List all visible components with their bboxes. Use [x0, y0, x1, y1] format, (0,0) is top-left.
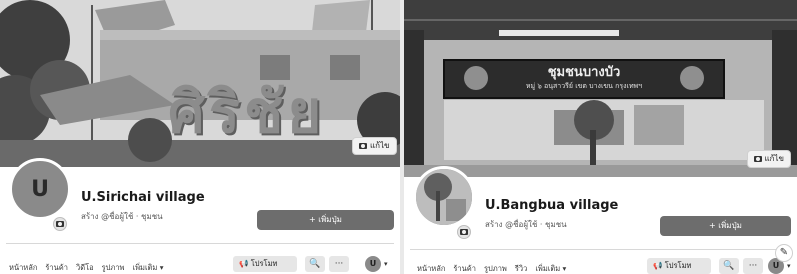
tab-photos[interactable]: รูปภาพ: [102, 262, 125, 274]
tab-more[interactable]: เพิ่มเติม ▾: [133, 262, 164, 274]
page-tabs: หน้าหลัก ร้านค้า วิดีโอ รูปภาพ เพิ่มเติม…: [9, 262, 163, 274]
promote-button[interactable]: 📢 โปรโมท: [647, 258, 711, 274]
tab-photos[interactable]: รูปภาพ: [484, 263, 507, 274]
cover-sign-text: ศิริชัย: [168, 78, 326, 146]
chevron-down-icon[interactable]: ▾: [787, 262, 791, 270]
add-button[interactable]: + เพิ่มปุ่ม: [257, 210, 394, 230]
tab-shop[interactable]: ร้านค้า: [45, 262, 68, 274]
camera-icon: [56, 221, 64, 227]
cover-photo[interactable]: ศิริชัย: [0, 0, 400, 167]
divider: [6, 243, 394, 244]
search-button[interactable]: 🔍: [305, 256, 325, 272]
tab-home[interactable]: หน้าหลัก: [9, 262, 37, 274]
tab-more[interactable]: เพิ่มเติม ▾: [535, 263, 566, 274]
more-options-button[interactable]: ···: [743, 258, 763, 274]
avatar-camera-button[interactable]: [457, 225, 471, 239]
avatar-letter: U: [31, 176, 49, 202]
page-tabs: หน้าหลัก ร้านค้า รูปภาพ รีวิว เพิ่มเติม …: [417, 263, 566, 274]
page-title: U.Sirichai village: [81, 190, 205, 205]
page-switcher-avatar[interactable]: U: [365, 256, 381, 272]
edit-cover-label: แก้ไข: [764, 154, 785, 163]
edit-cover-button[interactable]: แก้ไข: [746, 150, 791, 168]
more-options-button[interactable]: ···: [329, 256, 349, 272]
page-title: U.Bangbua village: [485, 198, 619, 213]
tab-shop[interactable]: ร้านค้า: [453, 263, 476, 274]
sign-title: ชุมชนบางบัว: [547, 65, 621, 80]
camera-icon: [753, 156, 762, 162]
profile-avatar[interactable]: U: [9, 158, 71, 220]
promote-button[interactable]: 📢 โปรโมท: [233, 256, 297, 272]
compose-icon[interactable]: ✎: [775, 244, 793, 262]
search-button[interactable]: 🔍: [719, 258, 739, 274]
page-subtitle: สร้าง @ชื่อผู้ใช้ · ชุมชน: [485, 220, 567, 229]
page-panel-bangbua: ชุมชนบางบัว หมู่ ๖ อนุสาวรีย์ เขต บางเขน…: [404, 0, 797, 274]
chevron-down-icon[interactable]: ▾: [384, 260, 388, 268]
tab-videos[interactable]: วิดีโอ: [76, 262, 94, 274]
camera-icon: [460, 229, 468, 235]
edit-cover-button[interactable]: แก้ไข: [352, 137, 397, 155]
camera-icon: [359, 143, 367, 149]
avatar-photo: [416, 169, 472, 225]
divider: [410, 249, 791, 250]
sign-subtitle: หมู่ ๖ อนุสาวรีย์ เขต บางเขน กรุงเทพฯ: [525, 82, 643, 90]
avatar-camera-button[interactable]: [53, 217, 67, 231]
edit-cover-label: แก้ไข: [370, 141, 390, 150]
page-subtitle: สร้าง @ชื่อผู้ใช้ · ชุมชน: [81, 212, 163, 221]
page-panel-sirichai: ศิริชัย แก้ไข U U.Sirichai village สร้าง…: [0, 0, 400, 274]
add-button[interactable]: + เพิ่มปุ่ม: [660, 216, 791, 236]
profile-avatar[interactable]: [413, 166, 475, 228]
cover-photo[interactable]: ชุมชนบางบัว หมู่ ๖ อนุสาวรีย์ เขต บางเขน…: [404, 0, 797, 177]
tab-reviews[interactable]: รีวิว: [515, 263, 527, 274]
tab-home[interactable]: หน้าหลัก: [417, 263, 445, 274]
